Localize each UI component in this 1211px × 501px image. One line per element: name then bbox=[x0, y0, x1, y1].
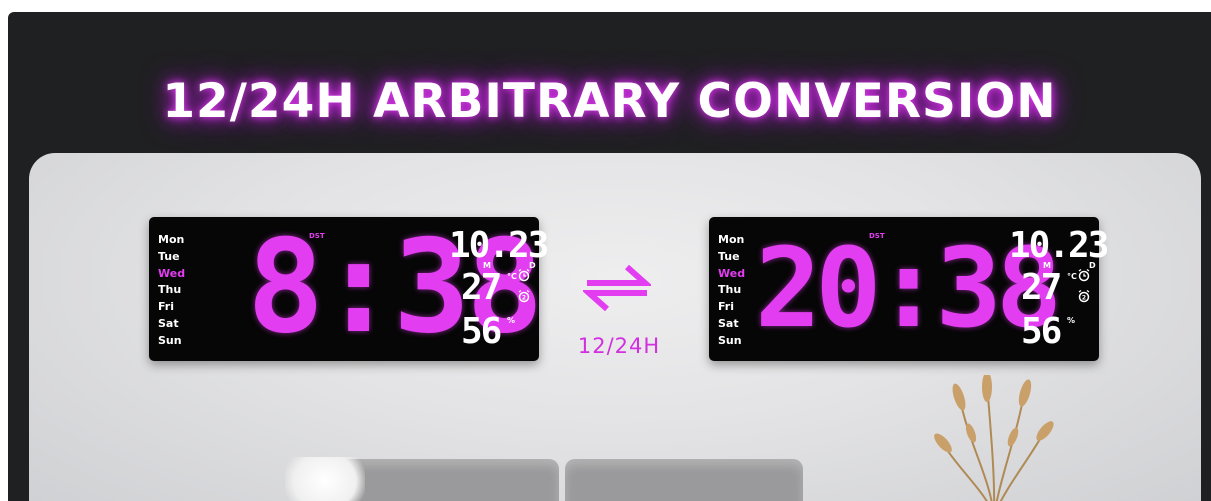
weekday-label: Sun bbox=[158, 333, 182, 347]
swap-arrows-icon bbox=[583, 264, 651, 311]
conversion-label: 12/24H bbox=[577, 334, 661, 358]
weekday-label: Mon bbox=[718, 233, 745, 246]
alarm-clock-icon bbox=[518, 268, 530, 282]
weekday-label: Sun bbox=[718, 333, 742, 347]
weekday-label: Mon bbox=[158, 233, 185, 246]
sofa-cushion-left bbox=[341, 459, 559, 501]
alarm-clock-icon: 2 bbox=[518, 289, 530, 303]
clock-display-24h: Mon Tue Wed Thu Fri Sat Sun DST 20:38 10… bbox=[709, 217, 1109, 361]
temperature-unit: °C bbox=[507, 272, 517, 281]
weekday-label: Sat bbox=[718, 316, 739, 330]
weekday-label: Tue bbox=[158, 249, 180, 263]
weekday-label: Fri bbox=[158, 300, 175, 314]
weekday-list: Mon Tue Wed Thu Fri Sat Sun bbox=[718, 232, 745, 350]
wall-scene: Mon Tue Wed Thu Fri Sat Sun DST 8:38 10.… bbox=[29, 153, 1201, 501]
weekday-label: Fri bbox=[718, 300, 735, 314]
alarm-clock-icon bbox=[1078, 268, 1090, 282]
humidity-unit: % bbox=[1067, 316, 1076, 325]
clock-display-12h: Mon Tue Wed Thu Fri Sat Sun DST 8:38 10.… bbox=[149, 217, 549, 361]
weekday-list: Mon Tue Wed Thu Fri Sat Sun bbox=[158, 232, 185, 350]
svg-text:2: 2 bbox=[1082, 295, 1086, 302]
temperature-unit: °C bbox=[1067, 272, 1077, 281]
fluffy-throw bbox=[285, 457, 365, 501]
temperature-display: 27 bbox=[461, 267, 502, 308]
humidity-display: 56 bbox=[1021, 311, 1062, 352]
svg-text:2: 2 bbox=[522, 295, 526, 302]
product-banner: 12/24H ARBITRARY CONVERSION Mon Tue Wed … bbox=[8, 12, 1211, 501]
humidity-unit: % bbox=[507, 316, 516, 325]
weekday-label-active: Wed bbox=[718, 266, 746, 280]
alarm-clock-icon: 2 bbox=[1078, 289, 1090, 303]
weekday-label: Thu bbox=[158, 283, 182, 297]
weekday-label: Tue bbox=[718, 249, 740, 263]
weekday-label-active: Wed bbox=[158, 266, 186, 280]
weekday-label: Sat bbox=[158, 316, 179, 330]
sofa-cushion-right bbox=[565, 459, 803, 501]
humidity-display: 56 bbox=[461, 311, 502, 352]
info-panel: 10.23 M D 27 °C 2 56 % bbox=[1009, 226, 1109, 356]
headline: 12/24H ARBITRARY CONVERSION bbox=[162, 74, 1057, 129]
temperature-display: 27 bbox=[1021, 267, 1062, 308]
dried-pampas-plant bbox=[934, 375, 1054, 501]
weekday-label: Thu bbox=[718, 283, 742, 297]
date-display: 10.23 bbox=[1009, 225, 1109, 266]
date-display: 10.23 bbox=[449, 225, 549, 266]
info-panel: 10.23 M D 27 °C 2 56 % bbox=[449, 226, 549, 356]
